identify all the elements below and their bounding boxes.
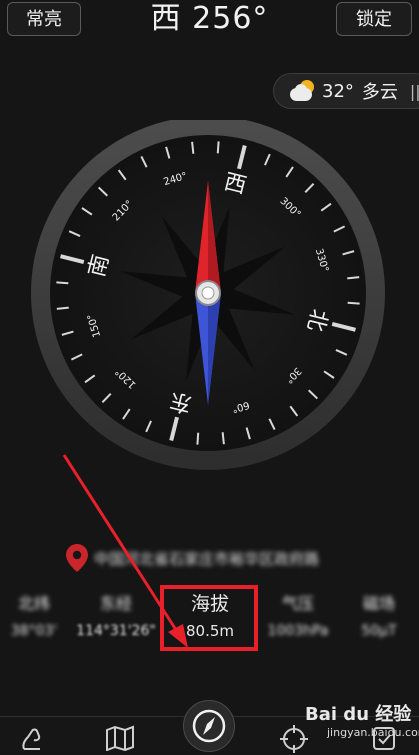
location-pin-icon: [66, 544, 88, 572]
stat-value: 50μT: [361, 623, 397, 639]
highlight-box: [160, 585, 258, 651]
needle-pivot-center: [201, 286, 215, 300]
stat-value: 114°31'26": [76, 623, 156, 639]
map-icon[interactable]: [105, 725, 135, 751]
stat-latitude: 北纬 38°03': [0, 590, 76, 644]
compass-tick: [191, 141, 195, 154]
watermark-url: jingyan.baidu.com: [327, 726, 419, 739]
compass-tick: [221, 432, 225, 445]
compass-tick: [56, 281, 69, 285]
compass-tick: [347, 301, 360, 305]
location-row: 中国河北省石家庄市裕华区政府路: [66, 543, 366, 573]
compass-tick: [56, 306, 69, 310]
location-address: 中国河北省石家庄市裕华区政府路: [94, 549, 320, 568]
compass-tick: [196, 432, 200, 445]
baidu-watermark: Bai du 经验 jingyan.baidu.com: [305, 700, 419, 739]
stat-value: 1003hPa: [267, 623, 329, 639]
stat-value: 38°03': [10, 623, 58, 639]
watermark-brand: Bai du 经验: [305, 704, 412, 725]
stat-label: 气压: [281, 594, 314, 613]
compass-tick: [347, 276, 360, 280]
stat-label: 磁场: [362, 594, 395, 613]
crosshair-icon[interactable]: [280, 725, 308, 753]
heading-degrees: 256°: [192, 1, 269, 36]
stat-label: 北纬: [17, 594, 50, 613]
compass-tick: [216, 141, 220, 154]
weather-more: ||-: [409, 81, 419, 101]
compass-icon: [192, 709, 226, 743]
stat-magnetic: 磁场 50μT: [337, 590, 419, 644]
lock-button[interactable]: 锁定: [336, 2, 412, 36]
compass-mode-button[interactable]: [183, 700, 235, 752]
stat-pressure: 气压 1003hPa: [256, 590, 340, 644]
steps-icon[interactable]: [18, 725, 44, 751]
weather-chip[interactable]: 32° 多云 ||-: [273, 73, 419, 109]
stat-label: 东经: [99, 594, 132, 613]
compass-dial: 北东南西30°60°120°150°210°240°300°330°: [31, 120, 385, 470]
partly-cloudy-icon: [290, 80, 316, 102]
weather-temperature: 32°: [322, 80, 354, 102]
heading-direction: 西: [150, 1, 182, 36]
weather-condition: 多云: [361, 82, 398, 103]
stat-longitude: 东经 114°31'26": [74, 590, 158, 644]
